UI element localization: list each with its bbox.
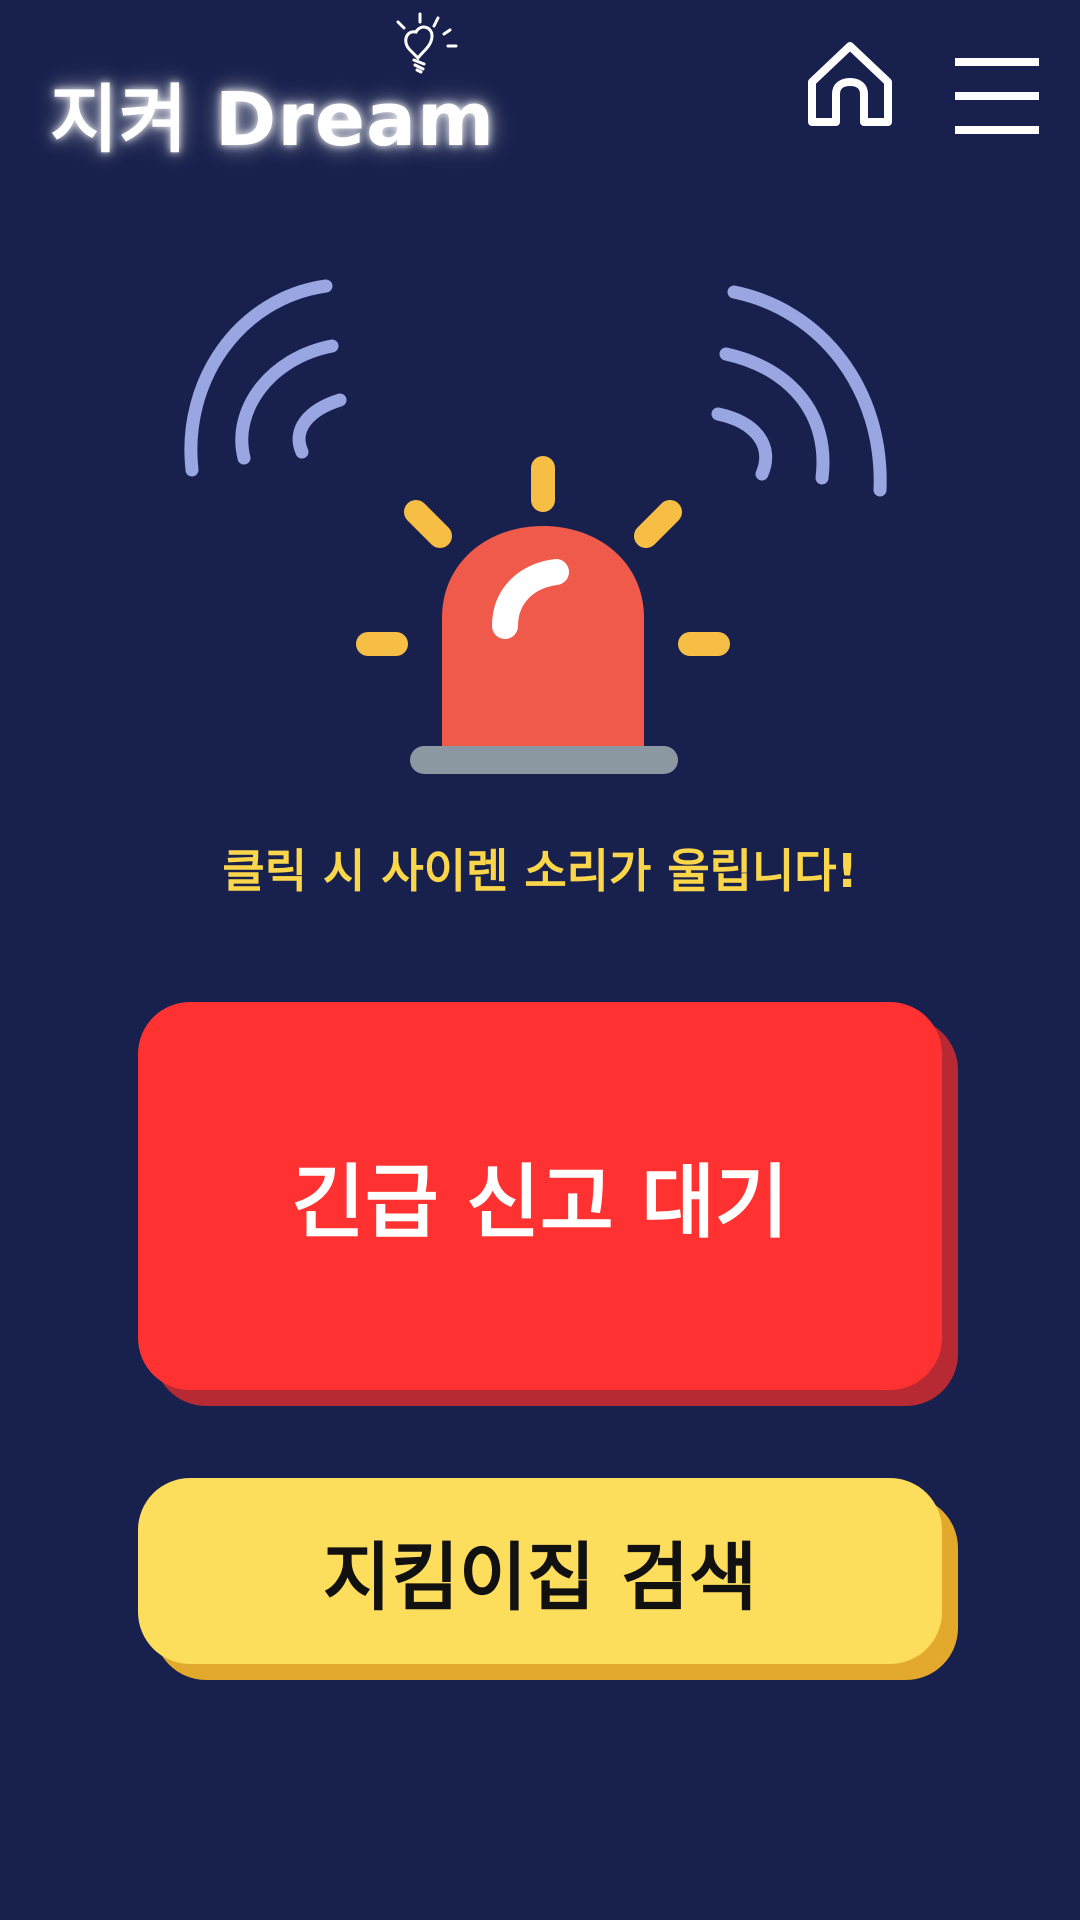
siren-notice-text: 클릭 시 사이렌 소리가 울립니다! <box>222 844 858 898</box>
sound-wave-left-icon <box>184 279 347 477</box>
menu-line <box>955 126 1039 134</box>
hamburger-menu-button[interactable] <box>955 56 1039 136</box>
home-button[interactable] <box>800 36 900 136</box>
menu-line <box>955 92 1039 100</box>
emergency-report-button[interactable]: 긴급 신고 대기 <box>138 1002 942 1390</box>
siren-icon[interactable] <box>170 270 910 790</box>
safe-house-search-button[interactable]: 지킴이집 검색 <box>138 1478 942 1664</box>
lightbulb-icon <box>396 12 458 74</box>
home-icon <box>808 42 892 126</box>
sound-wave-right-icon <box>711 285 887 497</box>
siren-base <box>410 746 678 774</box>
menu-line <box>955 58 1039 66</box>
siren-dome <box>442 526 644 750</box>
app-screen: 지켜 Dream 클릭 시 사이렌 소리가 울립니다! 긴급 신고 대기 지킴이… <box>0 0 1080 1920</box>
